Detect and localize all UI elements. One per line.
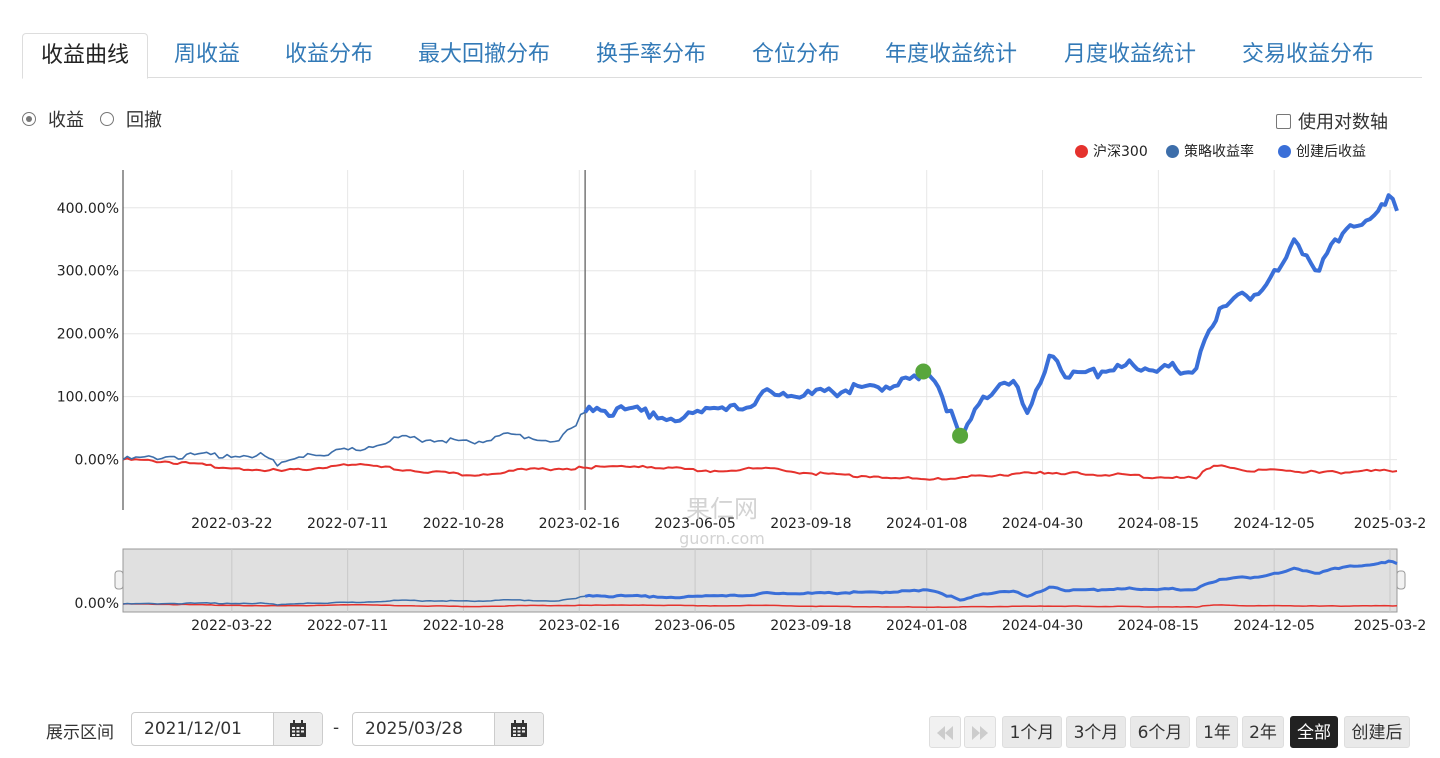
end-date-picker-button[interactable] <box>494 713 543 745</box>
range-separator: - <box>333 718 340 738</box>
x-tick-label: 2025-03-2 <box>1354 516 1426 532</box>
x-tick-label: 2023-09-18 <box>770 516 851 532</box>
drawdown-marker <box>915 363 932 380</box>
start-date-picker-button[interactable] <box>273 713 322 745</box>
y-tick-label: 0.00% <box>75 453 119 469</box>
series-line-2 <box>583 193 1399 438</box>
forward-button[interactable] <box>964 716 996 748</box>
nav-x-tick-label: 2025-03-2 <box>1354 618 1426 634</box>
zoom-3m-button[interactable]: 3个月 <box>1066 716 1126 748</box>
series-line-1 <box>122 411 586 467</box>
main-y-axis: 0.00% 100.00% 200.00% 300.00% 400.00% <box>57 201 119 469</box>
zoom-1y-button[interactable]: 1年 <box>1196 716 1238 748</box>
nav-x-tick-label: 2022-10-28 <box>423 618 504 634</box>
x-tick-label: 2022-10-28 <box>423 516 504 532</box>
navigator-y-tick: 0.00% <box>75 596 119 612</box>
navigator-left-handle[interactable] <box>114 570 124 590</box>
navigator[interactable]: 0.00% 2022-03-22 2022-07-11 2022-10-28 2023… <box>75 548 1427 634</box>
series-line-0 <box>122 457 1398 481</box>
x-tick-label: 2024-08-15 <box>1118 516 1199 532</box>
rewind-button[interactable] <box>929 716 961 748</box>
x-tick-label: 2022-07-11 <box>307 516 388 532</box>
zoom-since-creation-button[interactable]: 创建后 <box>1344 716 1410 748</box>
watermark-sub: guorn.com <box>679 529 765 548</box>
calendar-icon <box>511 720 527 737</box>
start-date-input[interactable] <box>132 713 270 745</box>
zoom-1m-button[interactable]: 1个月 <box>1002 716 1062 748</box>
nav-x-tick-label: 2023-02-16 <box>539 618 620 634</box>
x-tick-label: 2022-03-22 <box>191 516 272 532</box>
main-series <box>122 193 1399 481</box>
nav-x-tick-label: 2024-08-15 <box>1118 618 1199 634</box>
fast-backward-icon <box>937 726 953 740</box>
y-tick-label: 200.00% <box>57 327 119 343</box>
zoom-2y-button[interactable]: 2年 <box>1242 716 1284 748</box>
calendar-icon <box>290 720 306 737</box>
nav-x-tick-label: 2022-07-11 <box>307 618 388 634</box>
fast-forward-icon <box>972 726 988 740</box>
nav-x-tick-label: 2022-03-22 <box>191 618 272 634</box>
x-tick-label: 2024-01-08 <box>886 516 967 532</box>
return-chart: 0.00% 100.00% 200.00% 300.00% 400.00% 2022-0… <box>57 170 1427 634</box>
y-tick-label: 400.00% <box>57 201 119 217</box>
nav-x-tick-label: 2024-01-08 <box>886 618 967 634</box>
nav-x-tick-label: 2024-04-30 <box>1002 618 1083 634</box>
main-x-axis: 2022-03-22 2022-07-11 2022-10-28 2023-02-16… <box>191 516 1426 532</box>
navigator-right-handle[interactable] <box>1396 570 1406 590</box>
x-tick-label: 2023-02-16 <box>539 516 620 532</box>
x-tick-label: 2024-04-30 <box>1002 516 1083 532</box>
zoom-all-button[interactable]: 全部 <box>1290 716 1338 748</box>
drawdown-marker <box>952 427 969 444</box>
nav-x-tick-label: 2023-06-05 <box>654 618 735 634</box>
end-date-box <box>352 712 544 746</box>
y-tick-label: 300.00% <box>57 264 119 280</box>
main-markers <box>915 363 969 444</box>
watermark-main: 果仁网 <box>686 495 758 523</box>
start-date-box <box>131 712 323 746</box>
watermark: 果仁网 guorn.com <box>679 495 765 548</box>
range-label: 展示区间 <box>46 723 114 743</box>
x-tick-label: 2024-12-05 <box>1233 516 1314 532</box>
zoom-6m-button[interactable]: 6个月 <box>1130 716 1190 748</box>
end-date-input[interactable] <box>353 713 491 745</box>
nav-x-tick-label: 2024-12-05 <box>1233 618 1314 634</box>
y-tick-label: 100.00% <box>57 390 119 406</box>
nav-x-tick-label: 2023-09-18 <box>770 618 851 634</box>
